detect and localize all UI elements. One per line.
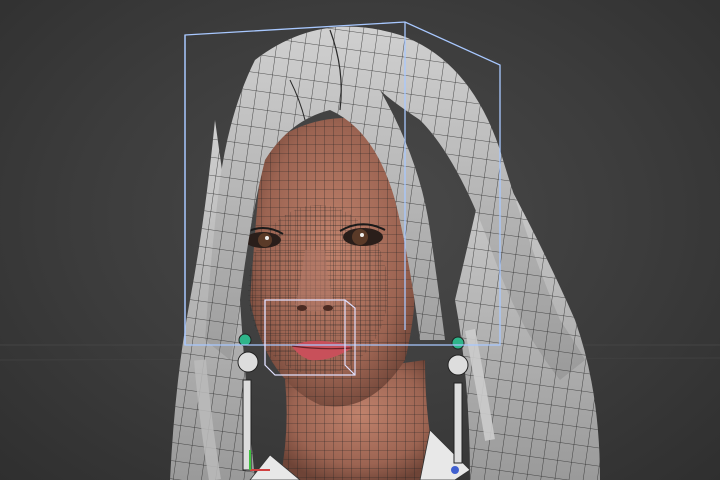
3d-viewport[interactable]	[0, 0, 720, 480]
gizmo-z-axis	[451, 466, 459, 474]
viewport-scene[interactable]	[0, 0, 720, 480]
